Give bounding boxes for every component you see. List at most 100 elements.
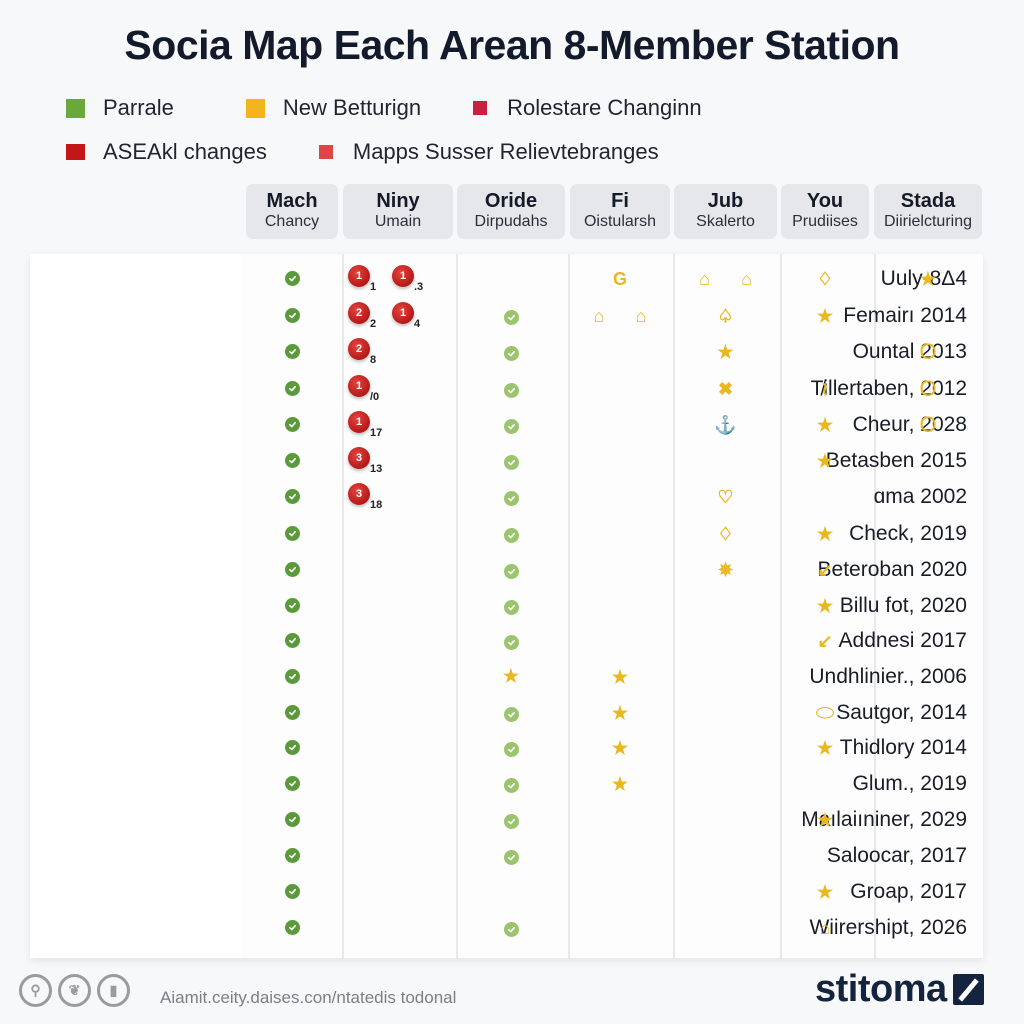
column-subtitle: Oistularsh — [583, 213, 657, 230]
row-label: Addnesi 2017 — [838, 629, 967, 652]
star-icon: ★ — [502, 666, 520, 686]
social-links: ⚲ ❦ ▮ — [19, 974, 136, 1007]
row-label: Beteroban 2020 — [817, 558, 967, 581]
check-icon — [504, 707, 519, 722]
row-label: Femairı 2014 — [843, 304, 967, 327]
brand-logo: stitoma — [815, 968, 984, 1011]
cup-icon: ♡ — [717, 487, 734, 507]
row-label: Glum., 2019 — [852, 772, 967, 795]
column-subtitle: Umain — [374, 213, 422, 230]
badge-count: 18 — [370, 499, 383, 511]
drop-icon: ♢ — [717, 524, 734, 544]
check-icon — [285, 740, 300, 755]
check-icon — [285, 669, 300, 684]
column-header-fi[interactable]: Fi Oistularsh — [570, 184, 670, 239]
ring-icon: O — [919, 412, 937, 437]
column-header-stada[interactable]: Stada Diirielcturing — [874, 184, 982, 239]
ring-icon: O — [919, 376, 937, 401]
star-icon: ★ — [816, 810, 834, 830]
check-icon — [285, 344, 300, 359]
legend-swatch-yellow — [245, 98, 265, 118]
notification-badge[interactable]: 3 — [348, 483, 370, 505]
crab-icon: ✵ — [717, 560, 734, 580]
legend-label: Mapps Susser Relievtebranges — [352, 139, 659, 164]
legend-item: New Betturign — [245, 95, 421, 121]
column-title: Stada — [900, 190, 956, 212]
column-body — [568, 254, 673, 958]
legend-swatch-crimson — [473, 101, 488, 115]
column-subtitle: Prudiises — [792, 213, 858, 230]
legend-item: ASEAkl changes — [66, 139, 267, 165]
badge-count: /0 — [370, 391, 380, 403]
check-icon — [285, 920, 300, 935]
check-icon — [504, 600, 519, 615]
column-header-jub[interactable]: Jub Skalerto — [674, 184, 777, 239]
legend-swatch-green — [66, 98, 85, 118]
check-icon — [285, 381, 300, 396]
check-icon — [504, 346, 519, 361]
check-icon — [285, 417, 300, 432]
notification-badge[interactable]: 1 — [348, 265, 370, 287]
cross-icon: ✖ — [717, 379, 734, 399]
footer-url[interactable]: Aiamit.ceity.daises.con/ntatedis todonal — [160, 988, 456, 1008]
data-table: Uuly-8Δ4 Femairı 2014 Ountal 2013 T̸illerta… — [30, 254, 983, 958]
notification-badge[interactable]: 2 — [348, 338, 370, 360]
check-icon — [504, 778, 519, 793]
row-label: Ountal 2013 — [852, 340, 967, 363]
column-header-you[interactable]: You Prudiises — [781, 184, 869, 239]
row-label: Maılaiıniner, 2029 — [801, 808, 967, 831]
row-label: T̸illertaben, 2012 — [810, 377, 967, 400]
badge-count: 1 — [370, 281, 377, 293]
legend-label: Parrale — [103, 95, 174, 120]
bell-icon: ⌂ — [635, 306, 647, 326]
column-subtitle: Chancy — [264, 213, 320, 230]
leaf-icon: ♤ — [717, 306, 734, 326]
check-icon — [285, 848, 300, 863]
ring-icon: G — [612, 269, 627, 289]
bell-icon: ⌂ — [593, 306, 605, 326]
notification-badge[interactable]: 1 — [392, 302, 414, 324]
column-header-oride[interactable]: Oride Dirpudahs — [457, 184, 565, 239]
ring-icon: O — [919, 339, 937, 364]
star-icon: ★ — [816, 415, 834, 435]
row-label: Thidlory 2014 — [839, 736, 967, 759]
check-icon — [285, 598, 300, 613]
star-icon: ★ — [919, 269, 937, 289]
row-label: Uuly-8Δ4 — [880, 267, 967, 290]
legend-swatch-light-red — [318, 145, 333, 159]
notification-badge[interactable]: 3 — [348, 447, 370, 469]
star-icon: ★ — [611, 738, 629, 758]
check-icon — [504, 635, 519, 650]
column-header-niny[interactable]: Niny Umain — [343, 184, 453, 239]
column-title: Jub — [707, 190, 744, 212]
column-header-mach[interactable]: Mach Chancy — [246, 184, 338, 239]
check-icon — [504, 455, 519, 470]
row-label: ɑma 2002 — [873, 485, 967, 508]
badge-count: 2 — [370, 318, 377, 330]
bookmark-icon[interactable]: ▮ — [97, 974, 130, 1007]
row-label: Sautgor, 2014 — [836, 701, 967, 724]
star-icon: ★ — [611, 703, 629, 723]
badge-count: 17 — [370, 427, 383, 439]
notification-badge[interactable]: 1 — [348, 375, 370, 397]
badge-count: .3 — [414, 281, 424, 293]
twitter-icon[interactable]: ❦ — [58, 974, 91, 1007]
legend-row-2: ASEAkl changes Mapps Susser Relievtebran… — [66, 139, 711, 165]
column-title: Oride — [484, 190, 538, 212]
notification-badge[interactable]: 1 — [348, 411, 370, 433]
arrow-icon: ↙ — [817, 560, 833, 580]
check-icon — [285, 633, 300, 648]
star-icon: ★ — [816, 738, 834, 758]
check-icon — [285, 526, 300, 541]
page-title: Socia Map Each Arean 8-Member Station — [124, 22, 900, 68]
check-icon — [285, 271, 300, 286]
instagram-icon[interactable]: ⚲ — [19, 974, 52, 1007]
check-icon — [504, 564, 519, 579]
check-icon — [504, 742, 519, 757]
legend-swatch-red — [66, 144, 85, 160]
legend-item: Parrale — [66, 95, 174, 121]
check-icon — [504, 419, 519, 434]
check-icon — [285, 308, 300, 323]
notification-badge[interactable]: 1 — [392, 265, 414, 287]
notification-badge[interactable]: 2 — [348, 302, 370, 324]
